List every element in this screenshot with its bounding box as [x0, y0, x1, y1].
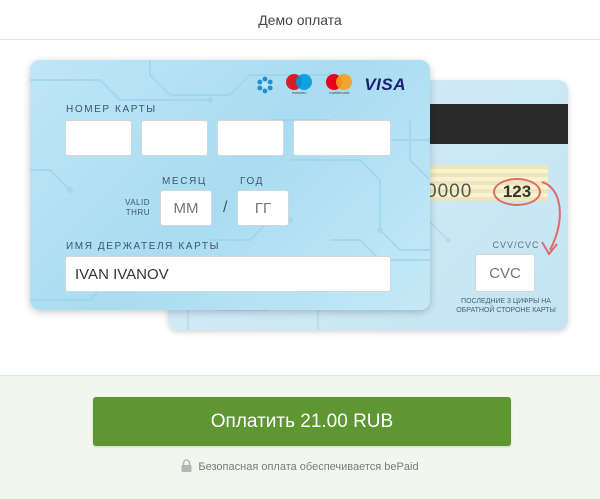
expiry-separator: /	[223, 199, 228, 216]
card-number-input-2[interactable]	[141, 120, 208, 156]
mastercard-text: mastercard	[329, 90, 350, 95]
mastercard-logo: mastercard	[324, 74, 354, 96]
card-number-input-1[interactable]	[65, 120, 132, 156]
page-title: Демо оплата	[258, 12, 342, 28]
secure-payment-text: Безопасная оплата обеспечивается bePaid	[198, 461, 419, 473]
cvc-hint-line1: ПОСЛЕДНИЕ 3 ЦИФРЫ НА	[461, 298, 551, 305]
valid-thru-label: VALID THRU	[110, 198, 150, 218]
maestro-logo: maestro	[284, 74, 314, 96]
pay-button[interactable]: Оплатить 21.00 RUB	[93, 397, 511, 446]
payment-footer: Оплатить 21.00 RUB Безопасная оплата обе…	[0, 375, 600, 499]
lock-icon	[181, 459, 192, 472]
cvc-input[interactable]	[475, 254, 535, 292]
month-label: МЕСЯЦ	[162, 176, 207, 187]
maestro-text: maestro	[292, 90, 307, 95]
cvc-hint-line2: ОБРАТНОЙ СТОРОНЕ КАРТЫ	[456, 307, 556, 314]
cvv-label: CVV/CVC	[492, 240, 540, 250]
card-front: maestro mastercard VISA НОМЕР КАРТЫ МЕСЯ…	[30, 60, 430, 310]
cvc-hint: ПОСЛЕДНИЕ 3 ЦИФРЫ НА ОБРАТНОЙ СТОРОНЕ КА…	[446, 297, 566, 315]
card-number-input-3[interactable]	[217, 120, 284, 156]
maestro-blue-circle	[296, 74, 313, 90]
card-number-input-4[interactable]	[293, 120, 391, 156]
belcart-icon	[257, 76, 273, 94]
card-logos: maestro mastercard VISA	[256, 74, 406, 96]
secure-payment-note: Безопасная оплата обеспечивается bePaid	[0, 459, 600, 473]
valid-thru-line1: VALID	[124, 198, 150, 207]
year-label: ГОД	[240, 176, 264, 187]
expiry-month-input[interactable]	[160, 190, 212, 226]
valid-thru-line2: THRU	[125, 208, 150, 217]
cardholder-label: ИМЯ ДЕРЖАТЕЛЯ КАРТЫ	[66, 241, 221, 252]
visa-logo: VISA	[364, 75, 406, 94]
cardholder-input[interactable]	[65, 256, 391, 292]
mastercard-orange-circle	[336, 74, 353, 90]
signature-digits: 0000	[426, 181, 473, 202]
expiry-year-input[interactable]	[237, 190, 289, 226]
header: Демо оплата	[0, 0, 600, 40]
card-number-label: НОМЕР КАРТЫ	[66, 104, 157, 115]
